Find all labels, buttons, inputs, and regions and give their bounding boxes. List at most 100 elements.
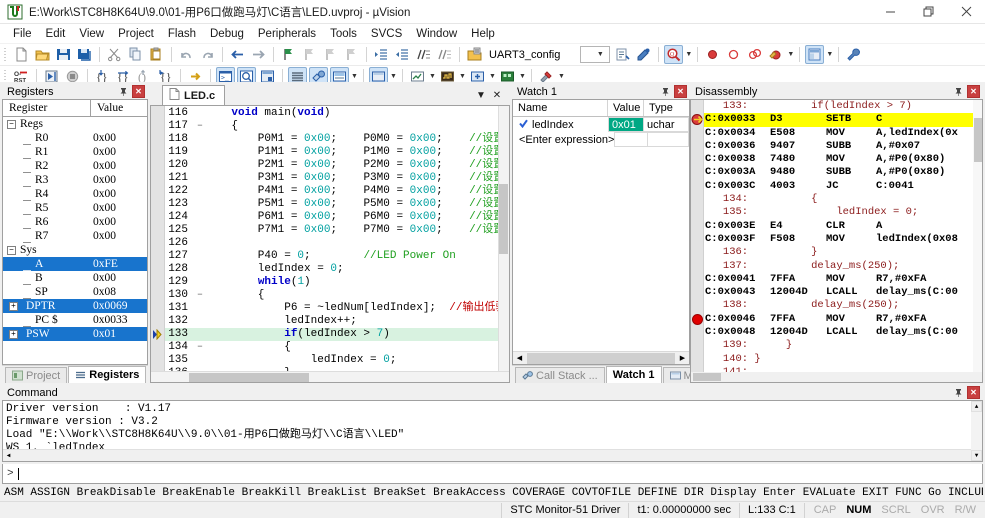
disassembly-line[interactable]: C:0x003F F508 MOV ledIndex(0x08 [704, 233, 982, 246]
register-value[interactable]: 0x00 [91, 272, 147, 284]
tab-watch-1[interactable]: Watch 1 [605, 366, 662, 383]
editor-tab-led-c[interactable]: LED.c [162, 85, 226, 105]
minimize-button[interactable] [871, 0, 909, 24]
menu-flash[interactable]: Flash [161, 26, 203, 42]
editor-fold-marker[interactable] [195, 198, 205, 211]
close-icon[interactable]: ✕ [967, 85, 980, 98]
register-value[interactable]: 0x0069 [91, 300, 147, 312]
register-row[interactable]: B 0x00 [3, 271, 147, 285]
bookmark-clear-icon[interactable] [342, 45, 361, 64]
disassembly-line[interactable]: 136: } [704, 246, 982, 259]
watch-row-name[interactable]: ledIndex [513, 119, 608, 131]
menu-peripherals[interactable]: Peripherals [251, 26, 323, 42]
copy-icon[interactable] [126, 45, 145, 64]
register-row[interactable]: PC $ 0x0033 [3, 313, 147, 327]
scroll-right-icon[interactable]: ▶ [676, 352, 689, 364]
undo-icon[interactable] [177, 45, 196, 64]
wizard-icon[interactable] [634, 45, 653, 64]
scroll-left-icon[interactable]: ◀ [3, 449, 14, 461]
scroll-left-icon[interactable]: ◀ [513, 352, 526, 364]
editor-line[interactable]: 132 ledIndex++; [165, 315, 509, 328]
disassembly-line[interactable]: 135: ledIndex = 0; [704, 206, 982, 219]
disassembly-line[interactable]: C:0x003E E4 CLR A [704, 220, 982, 233]
editor-line[interactable]: 129 while(1) [165, 276, 509, 289]
editor-hscroll-thumb[interactable] [189, 373, 309, 382]
editor-line[interactable]: 131 P6 = ~ledNum[ledIndex]; //输出低驱动 [165, 302, 509, 315]
register-value[interactable]: 0x00 [91, 132, 147, 144]
editor-fold-marker[interactable] [195, 146, 205, 159]
disassembly-line[interactable]: 133: if(ledIndex > 7) [704, 100, 982, 113]
disassembly-line[interactable]: C:0x0043 12004D LCALL delay_ms(C:00 [704, 286, 982, 299]
editor-fold-marker[interactable] [195, 159, 205, 172]
watch-row-name[interactable]: <Enter expression> [513, 134, 614, 146]
register-row[interactable]: R1 0x00 [3, 145, 147, 159]
editor-vscroll-thumb[interactable] [499, 184, 508, 254]
pin-icon[interactable] [952, 85, 965, 98]
disassembly-hscroll-thumb[interactable] [693, 373, 721, 381]
register-row[interactable]: R0 0x00 [3, 131, 147, 145]
close-icon[interactable]: ✕ [674, 85, 687, 98]
disassembly-line[interactable]: 140: } [704, 353, 982, 366]
editor-line[interactable]: 134− { [165, 341, 509, 354]
watch-hscroll-thumb[interactable] [527, 352, 675, 364]
register-value[interactable]: 0x00 [91, 216, 147, 228]
editor-fold-marker[interactable] [195, 185, 205, 198]
disassembly-line[interactable]: C:0x003A 9480 SUBB A,#P0(0x80) [704, 166, 982, 179]
register-row[interactable]: R7 0x00 [3, 229, 147, 243]
redo-icon[interactable] [198, 45, 217, 64]
register-row[interactable]: R3 0x00 [3, 173, 147, 187]
editor-breakpoint-margin[interactable] [151, 106, 165, 382]
register-value[interactable]: 0x01 [91, 328, 147, 340]
registers-tree[interactable]: − Regs R0 0x00 R1 0x00 R2 0x00 R3 0x00 R4 0x00 R5 0x0… [3, 117, 147, 341]
register-value[interactable]: 0x0033 [91, 314, 147, 326]
close-icon[interactable]: ✕ [489, 87, 505, 103]
outdent-icon[interactable] [393, 45, 412, 64]
editor-fold-marker[interactable] [195, 354, 205, 367]
watch-row-value[interactable]: 0x01 [608, 117, 644, 132]
register-value[interactable]: 0x00 [91, 174, 147, 186]
editor-fold-marker[interactable] [195, 315, 205, 328]
close-button[interactable] [947, 0, 985, 24]
editor-line[interactable]: 120 P2M1 = 0x00; P2M0 = 0x00; //设置为准双向口 [165, 159, 509, 172]
disassembly-line[interactable]: 137: delay_ms(250); [704, 260, 982, 273]
editor-fold-marker[interactable] [195, 302, 205, 315]
menu-tools[interactable]: Tools [323, 26, 364, 42]
disassembly-line[interactable]: 139: } [704, 339, 982, 352]
editor-line[interactable]: 122 P4M1 = 0x00; P4M0 = 0x00; //设置为准双向口 [165, 185, 509, 198]
disassembly-line[interactable]: C:0x0048 12004D LCALL delay_ms(C:00 [704, 326, 982, 339]
tree-expander-icon[interactable]: − [7, 245, 16, 255]
editor-fold-marker[interactable] [195, 263, 205, 276]
editor-line[interactable]: 130− { [165, 289, 509, 302]
scissors-icon[interactable] [105, 45, 124, 64]
arrow-left-icon[interactable] [228, 45, 247, 64]
editor-fold-marker[interactable]: − [195, 289, 205, 302]
bookmark-prev-icon[interactable] [321, 45, 340, 64]
scroll-up-icon[interactable]: ▲ [971, 401, 982, 412]
pin-icon[interactable] [952, 386, 965, 399]
menu-help[interactable]: Help [464, 26, 502, 42]
close-icon[interactable]: ✕ [967, 386, 980, 399]
uncomment-icon[interactable] [435, 45, 454, 64]
paste-icon[interactable] [147, 45, 166, 64]
editor-fold-marker[interactable] [195, 276, 205, 289]
target-options-icon[interactable] [465, 45, 484, 64]
disassembly-line[interactable]: C:0x0036 9407 SUBB A,#0x07 [704, 140, 982, 153]
editor-fold-marker[interactable]: − [195, 341, 205, 354]
disassembly-vscroll-thumb[interactable] [974, 118, 982, 162]
menu-file[interactable]: File [6, 26, 39, 42]
toolbar-grip[interactable] [3, 46, 8, 63]
editor-vertical-scrollbar[interactable] [498, 106, 509, 371]
register-value[interactable]: 0x00 [91, 230, 147, 242]
disassembly-line[interactable]: C:0x003C 4003 JC C:0041 [704, 180, 982, 193]
watch-list[interactable]: ledIndex 0x01 uchar <Enter expression> [513, 117, 689, 147]
editor-line[interactable]: 118 P0M1 = 0x00; P0M0 = 0x00; //设置为准双向口 [165, 133, 509, 146]
editor-line[interactable]: 121 P3M1 = 0x00; P3M0 = 0x00; //设置为准双向口 [165, 172, 509, 185]
wrench-icon[interactable] [844, 45, 863, 64]
register-value[interactable]: 0xFE [91, 258, 147, 270]
layout-dropdown-caret[interactable]: ▼ [825, 45, 834, 64]
register-row[interactable]: R5 0x00 [3, 201, 147, 215]
breakpoint-kill-all-icon[interactable] [766, 45, 785, 64]
target-select[interactable]: ▼ [580, 46, 611, 63]
disassembly-margin[interactable] [691, 100, 704, 382]
editor-horizontal-scrollbar[interactable] [151, 371, 509, 382]
